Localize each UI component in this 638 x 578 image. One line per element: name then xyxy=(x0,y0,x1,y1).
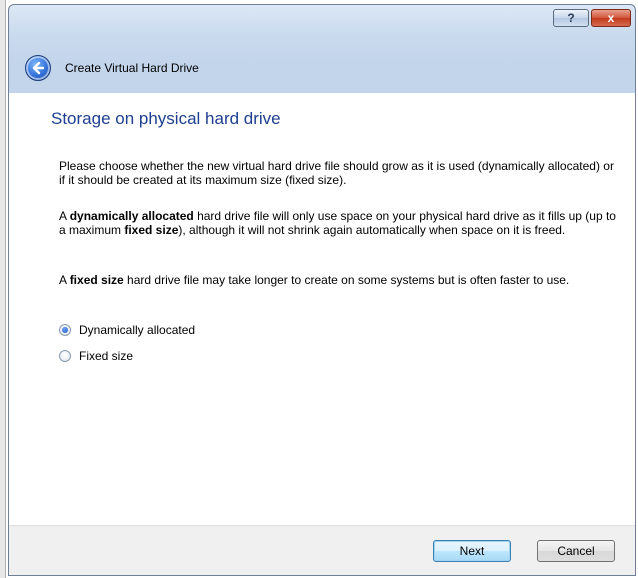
back-button[interactable] xyxy=(25,55,51,81)
fixed-para-post: hard drive file may take longer to creat… xyxy=(123,273,570,287)
dynamic-para-post: ), although it will not shrink again aut… xyxy=(178,223,566,237)
cancel-button[interactable]: Cancel xyxy=(537,540,615,562)
intro-paragraph: Please choose whether the new virtual ha… xyxy=(59,159,614,187)
dynamic-paragraph: A dynamically allocated hard drive file … xyxy=(59,209,619,237)
option-label: Dynamically allocated xyxy=(79,323,196,337)
fixed-paragraph: A fixed size hard drive file may take lo… xyxy=(59,273,619,287)
title-bar-buttons: ? x xyxy=(553,9,631,27)
dynamic-para-bold1: dynamically allocated xyxy=(69,209,194,223)
background-window-edge xyxy=(0,0,6,578)
fixed-para-bold1: fixed size xyxy=(69,273,124,287)
help-button[interactable]: ? xyxy=(553,9,589,27)
radio-dynamically-allocated[interactable] xyxy=(59,324,71,336)
dynamic-para-bold2: fixed size xyxy=(124,223,179,237)
page-title: Storage on physical hard drive xyxy=(51,109,281,128)
next-button[interactable]: Next xyxy=(433,540,511,562)
dynamic-para-pre: A xyxy=(59,209,70,223)
fixed-para-pre: A xyxy=(59,273,70,287)
window-title: Create Virtual Hard Drive xyxy=(65,61,199,75)
close-button[interactable]: x xyxy=(591,9,631,27)
wizard-content: Storage on physical hard drive Please ch… xyxy=(9,93,635,525)
radio-fixed-size[interactable] xyxy=(59,350,71,362)
option-dynamically-allocated[interactable]: Dynamically allocated xyxy=(59,323,195,337)
dialog-window: ? x Create Virtual Hard Drive Storage on… xyxy=(8,4,636,576)
option-fixed-size[interactable]: Fixed size xyxy=(59,349,133,363)
button-bar: Next Cancel xyxy=(9,525,635,575)
back-arrow-icon xyxy=(32,61,45,75)
option-label: Fixed size xyxy=(79,349,134,363)
radio-selected-dot xyxy=(62,327,68,333)
wizard-header: Create Virtual Hard Drive xyxy=(9,43,635,93)
